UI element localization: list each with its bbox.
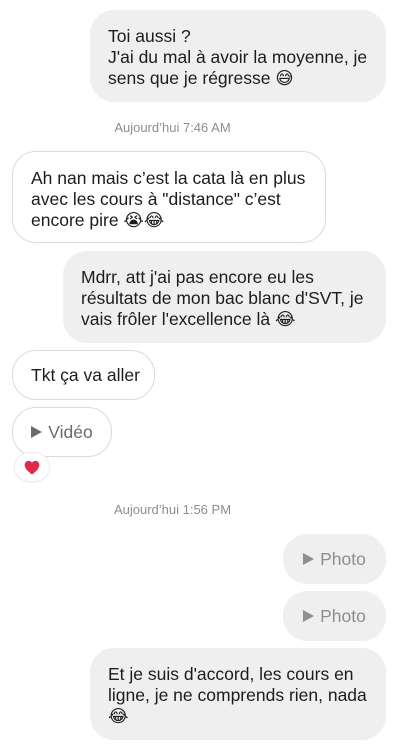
video-label: Vidéo <box>48 421 93 442</box>
photo-attachment[interactable]: Photo <box>283 534 386 584</box>
outgoing-message[interactable]: Toi aussi ? J'ai du mal à avoir la moyen… <box>90 10 386 102</box>
photo-label: Photo <box>320 605 366 626</box>
outgoing-message[interactable]: Et je suis d'accord, les cours en ligne,… <box>90 648 386 740</box>
message-line: résultats de mon bac blanc d'SVT, je <box>81 288 364 308</box>
message-line: encore pire 😭😂 <box>31 210 165 230</box>
heart-icon <box>24 460 40 474</box>
play-icon <box>303 553 315 565</box>
message-line: Mdrr, att j'ai pas encore eu les <box>81 267 314 287</box>
message-line: vais frôler l'excellence là 😂 <box>81 309 296 329</box>
reaction-badge[interactable] <box>15 453 49 481</box>
message-line: Ah nan mais c’est la cata là en plus <box>31 168 306 188</box>
message-line: Toi aussi ? <box>108 26 191 46</box>
message-line: sens que je régresse 😅 <box>108 68 294 88</box>
message-line: 😂 <box>108 706 129 726</box>
message-line: J'ai du mal à avoir la moyenne, je <box>108 47 368 67</box>
incoming-message[interactable]: Tkt ça va aller <box>12 350 155 400</box>
photo-attachment[interactable]: Photo <box>283 591 386 641</box>
play-icon <box>31 426 43 438</box>
play-icon <box>303 610 315 622</box>
message-line: avec les cours à "distance" c’est <box>31 189 281 209</box>
video-attachment[interactable]: Vidéo <box>12 407 112 457</box>
message-line: Tkt ça va aller <box>31 365 140 385</box>
message-line: ligne, je ne comprends rien, nada <box>108 685 367 705</box>
photo-label: Photo <box>320 548 366 569</box>
incoming-message[interactable]: Ah nan mais c’est la cata là en plus ave… <box>12 151 326 243</box>
outgoing-message[interactable]: Mdrr, att j'ai pas encore eu les résulta… <box>63 251 386 343</box>
timestamp: Aujourd’hui 7:46 AM <box>114 120 231 135</box>
message-line: Et je suis d'accord, les cours en <box>108 664 354 684</box>
timestamp: Aujourd’hui 1:56 PM <box>113 502 232 517</box>
